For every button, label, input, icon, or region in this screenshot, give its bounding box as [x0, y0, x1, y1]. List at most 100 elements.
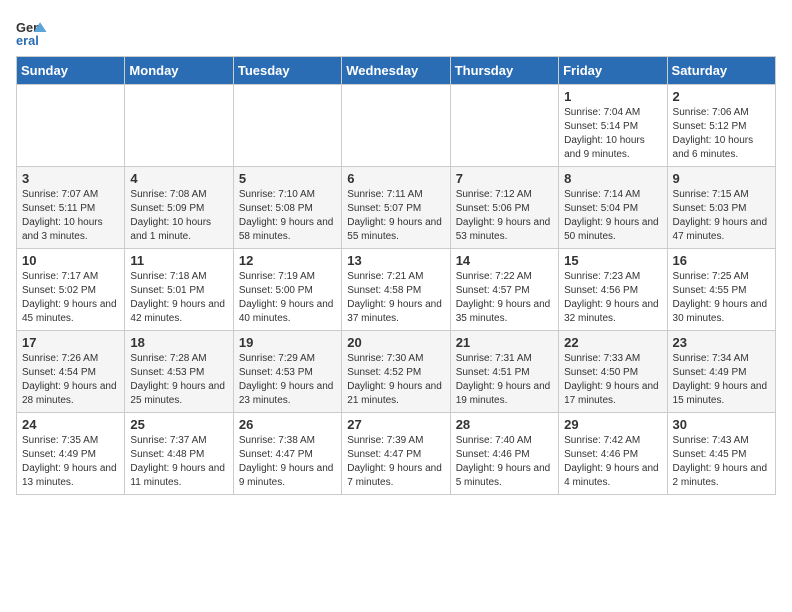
page-header: Gen eral: [16, 16, 776, 48]
day-info: Sunrise: 7:26 AM Sunset: 4:54 PM Dayligh…: [22, 352, 119, 408]
day-number: 21: [456, 335, 553, 350]
day-number: 16: [673, 253, 770, 268]
day-info: Sunrise: 7:04 AM Sunset: 5:14 PM Dayligh…: [564, 106, 661, 162]
day-info: Sunrise: 7:18 AM Sunset: 5:01 PM Dayligh…: [130, 270, 227, 326]
day-info: Sunrise: 7:10 AM Sunset: 5:08 PM Dayligh…: [239, 188, 336, 244]
day-cell: 13 Sunrise: 7:21 AM Sunset: 4:58 PM Dayli…: [342, 249, 450, 331]
day-cell: 12 Sunrise: 7:19 AM Sunset: 5:00 PM Dayli…: [233, 249, 341, 331]
day-cell: 14Sunrise: 7:22 AM Sunset: 4:57 PM Dayli…: [450, 249, 558, 331]
day-cell: 27 Sunrise: 7:39 AM Sunset: 4:47 PM Dayli…: [342, 413, 450, 495]
day-cell: 11 Sunrise: 7:18 AM Sunset: 5:01 PM Dayli…: [125, 249, 233, 331]
day-info: Sunrise: 7:37 AM Sunset: 4:48 PM Dayligh…: [130, 434, 227, 490]
day-number: 15: [564, 253, 661, 268]
day-cell: 28 Sunrise: 7:40 AM Sunset: 4:46 PM Dayli…: [450, 413, 558, 495]
day-info: Sunrise: 7:19 AM Sunset: 5:00 PM Dayligh…: [239, 270, 336, 326]
week-row-4: 17Sunrise: 7:26 AM Sunset: 4:54 PM Dayli…: [17, 331, 776, 413]
day-cell: 19Sunrise: 7:29 AM Sunset: 4:53 PM Dayli…: [233, 331, 341, 413]
day-cell: 2Sunrise: 7:06 AM Sunset: 5:12 PM Daylig…: [667, 85, 775, 167]
day-number: 11: [130, 253, 227, 268]
day-info: Sunrise: 7:31 AM Sunset: 4:51 PM Dayligh…: [456, 352, 553, 408]
day-number: 28: [456, 417, 553, 432]
day-number: 22: [564, 335, 661, 350]
day-cell: 3Sunrise: 7:07 AM Sunset: 5:11 PM Daylig…: [17, 167, 125, 249]
day-number: 24: [22, 417, 119, 432]
day-cell: 8Sunrise: 7:14 AM Sunset: 5:04 PM Daylig…: [559, 167, 667, 249]
day-info: Sunrise: 7:14 AM Sunset: 5:04 PM Dayligh…: [564, 188, 661, 244]
day-cell: 21 Sunrise: 7:31 AM Sunset: 4:51 PM Dayli…: [450, 331, 558, 413]
day-cell: 25 Sunrise: 7:37 AM Sunset: 4:48 PM Dayli…: [125, 413, 233, 495]
week-row-2: 3Sunrise: 7:07 AM Sunset: 5:11 PM Daylig…: [17, 167, 776, 249]
day-cell: [450, 85, 558, 167]
day-number: 4: [130, 171, 227, 186]
day-cell: 7 Sunrise: 7:12 AM Sunset: 5:06 PM Daylig…: [450, 167, 558, 249]
day-cell: 5 Sunrise: 7:10 AM Sunset: 5:08 PM Daylig…: [233, 167, 341, 249]
day-cell: 15 Sunrise: 7:23 AM Sunset: 4:56 PM Dayli…: [559, 249, 667, 331]
day-info: Sunrise: 7:42 AM Sunset: 4:46 PM Dayligh…: [564, 434, 661, 490]
day-header-thursday: Thursday: [450, 57, 558, 85]
calendar-header-row: SundayMondayTuesdayWednesdayThursdayFrid…: [17, 57, 776, 85]
day-info: Sunrise: 7:23 AM Sunset: 4:56 PM Dayligh…: [564, 270, 661, 326]
day-number: 10: [22, 253, 119, 268]
day-header-wednesday: Wednesday: [342, 57, 450, 85]
day-info: Sunrise: 7:38 AM Sunset: 4:47 PM Dayligh…: [239, 434, 336, 490]
day-info: Sunrise: 7:28 AM Sunset: 4:53 PM Dayligh…: [130, 352, 227, 408]
day-number: 19: [239, 335, 336, 350]
day-info: Sunrise: 7:17 AM Sunset: 5:02 PM Dayligh…: [22, 270, 119, 326]
day-cell: 22 Sunrise: 7:33 AM Sunset: 4:50 PM Dayli…: [559, 331, 667, 413]
day-number: 6: [347, 171, 444, 186]
day-number: 25: [130, 417, 227, 432]
day-cell: 30 Sunrise: 7:43 AM Sunset: 4:45 PM Dayli…: [667, 413, 775, 495]
week-row-5: 24 Sunrise: 7:35 AM Sunset: 4:49 PM Dayli…: [17, 413, 776, 495]
week-row-1: 1 Sunrise: 7:04 AM Sunset: 5:14 PM Daylig…: [17, 85, 776, 167]
day-number: 1: [564, 89, 661, 104]
day-info: Sunrise: 7:06 AM Sunset: 5:12 PM Dayligh…: [673, 106, 770, 162]
day-cell: 26 Sunrise: 7:38 AM Sunset: 4:47 PM Dayli…: [233, 413, 341, 495]
day-header-friday: Friday: [559, 57, 667, 85]
day-cell: 18 Sunrise: 7:28 AM Sunset: 4:53 PM Dayli…: [125, 331, 233, 413]
day-info: Sunrise: 7:12 AM Sunset: 5:06 PM Dayligh…: [456, 188, 553, 244]
day-number: 26: [239, 417, 336, 432]
day-number: 7: [456, 171, 553, 186]
day-info: Sunrise: 7:39 AM Sunset: 4:47 PM Dayligh…: [347, 434, 444, 490]
day-number: 20: [347, 335, 444, 350]
day-number: 14: [456, 253, 553, 268]
day-number: 5: [239, 171, 336, 186]
day-cell: [342, 85, 450, 167]
day-number: 29: [564, 417, 661, 432]
day-cell: 1 Sunrise: 7:04 AM Sunset: 5:14 PM Daylig…: [559, 85, 667, 167]
day-header-tuesday: Tuesday: [233, 57, 341, 85]
day-cell: [125, 85, 233, 167]
day-info: Sunrise: 7:11 AM Sunset: 5:07 PM Dayligh…: [347, 188, 444, 244]
day-info: Sunrise: 7:35 AM Sunset: 4:49 PM Dayligh…: [22, 434, 119, 490]
week-row-3: 10 Sunrise: 7:17 AM Sunset: 5:02 PM Dayli…: [17, 249, 776, 331]
day-info: Sunrise: 7:40 AM Sunset: 4:46 PM Dayligh…: [456, 434, 553, 490]
day-info: Sunrise: 7:21 AM Sunset: 4:58 PM Dayligh…: [347, 270, 444, 326]
logo-icon: Gen eral: [16, 16, 48, 48]
day-cell: 4Sunrise: 7:08 AM Sunset: 5:09 PM Daylig…: [125, 167, 233, 249]
day-number: 23: [673, 335, 770, 350]
day-info: Sunrise: 7:30 AM Sunset: 4:52 PM Dayligh…: [347, 352, 444, 408]
day-number: 27: [347, 417, 444, 432]
day-number: 9: [673, 171, 770, 186]
day-info: Sunrise: 7:15 AM Sunset: 5:03 PM Dayligh…: [673, 188, 770, 244]
day-cell: [233, 85, 341, 167]
day-cell: 20 Sunrise: 7:30 AM Sunset: 4:52 PM Dayli…: [342, 331, 450, 413]
calendar: SundayMondayTuesdayWednesdayThursdayFrid…: [16, 56, 776, 495]
day-number: 18: [130, 335, 227, 350]
day-info: Sunrise: 7:33 AM Sunset: 4:50 PM Dayligh…: [564, 352, 661, 408]
day-header-saturday: Saturday: [667, 57, 775, 85]
day-info: Sunrise: 7:25 AM Sunset: 4:55 PM Dayligh…: [673, 270, 770, 326]
day-cell: 16 Sunrise: 7:25 AM Sunset: 4:55 PM Dayli…: [667, 249, 775, 331]
day-info: Sunrise: 7:43 AM Sunset: 4:45 PM Dayligh…: [673, 434, 770, 490]
day-header-sunday: Sunday: [17, 57, 125, 85]
day-number: 3: [22, 171, 119, 186]
day-number: 13: [347, 253, 444, 268]
day-number: 12: [239, 253, 336, 268]
day-cell: 9 Sunrise: 7:15 AM Sunset: 5:03 PM Daylig…: [667, 167, 775, 249]
svg-text:eral: eral: [16, 33, 39, 48]
day-header-monday: Monday: [125, 57, 233, 85]
day-cell: 6 Sunrise: 7:11 AM Sunset: 5:07 PM Daylig…: [342, 167, 450, 249]
day-number: 30: [673, 417, 770, 432]
day-cell: 10 Sunrise: 7:17 AM Sunset: 5:02 PM Dayli…: [17, 249, 125, 331]
day-info: Sunrise: 7:34 AM Sunset: 4:49 PM Dayligh…: [673, 352, 770, 408]
